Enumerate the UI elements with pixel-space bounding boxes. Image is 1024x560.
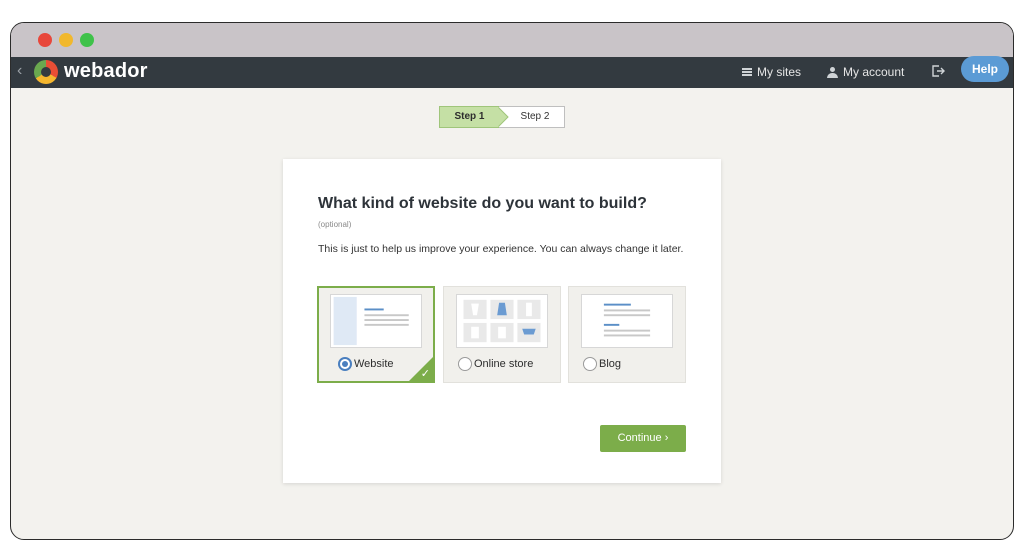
description-text: This is just to help us improve your exp… xyxy=(318,243,684,255)
step-1-active: Step 1 xyxy=(439,106,499,128)
option-blog[interactable]: Blog xyxy=(568,286,686,383)
radio-website[interactable] xyxy=(338,357,352,371)
blog-layout-icon xyxy=(581,294,673,348)
step-arrow-icon xyxy=(497,106,509,128)
optional-note: (optional) xyxy=(318,220,352,229)
my-account-link[interactable]: My account xyxy=(827,65,904,79)
logout-icon[interactable] xyxy=(931,64,945,78)
radio-blog[interactable] xyxy=(583,357,597,371)
window-titlebar xyxy=(11,23,1013,57)
option-website-label-row: Website xyxy=(338,357,394,371)
minimize-window-button[interactable] xyxy=(59,33,73,47)
webador-logo-icon[interactable] xyxy=(34,60,58,84)
my-account-label: My account xyxy=(843,65,905,79)
top-navbar: ‹ webador My sites My account xyxy=(11,57,1013,88)
browser-window: ‹ webador My sites My account Help Step … xyxy=(10,22,1014,540)
help-button[interactable]: Help xyxy=(961,56,1009,82)
close-window-button[interactable] xyxy=(38,33,52,47)
website-type-card: What kind of website do you want to buil… xyxy=(283,159,721,483)
option-online-store[interactable]: Online store xyxy=(443,286,561,383)
option-store-label-row: Online store xyxy=(458,357,533,371)
website-layout-icon xyxy=(330,294,422,348)
continue-button[interactable]: Continue › xyxy=(600,425,686,452)
option-website-label: Website xyxy=(354,358,394,370)
back-chevron-icon[interactable]: ‹ xyxy=(17,62,22,80)
page-title: What kind of website do you want to buil… xyxy=(318,195,647,212)
step-indicator: Step 2 Step 1 xyxy=(439,106,565,128)
option-store-label: Online store xyxy=(474,358,534,370)
menu-icon xyxy=(742,68,752,76)
option-blog-label-row: Blog xyxy=(583,357,621,371)
maximize-window-button[interactable] xyxy=(80,33,94,47)
my-sites-link[interactable]: My sites xyxy=(742,65,801,79)
logo-text[interactable]: webador xyxy=(64,60,148,83)
radio-online-store[interactable] xyxy=(458,357,472,371)
option-website[interactable]: Website ✓ xyxy=(317,286,435,383)
online-store-layout-icon xyxy=(456,294,548,348)
my-sites-label: My sites xyxy=(757,65,802,79)
user-icon xyxy=(827,66,838,78)
option-blog-label: Blog xyxy=(599,358,622,370)
checkmark-icon: ✓ xyxy=(420,368,430,380)
